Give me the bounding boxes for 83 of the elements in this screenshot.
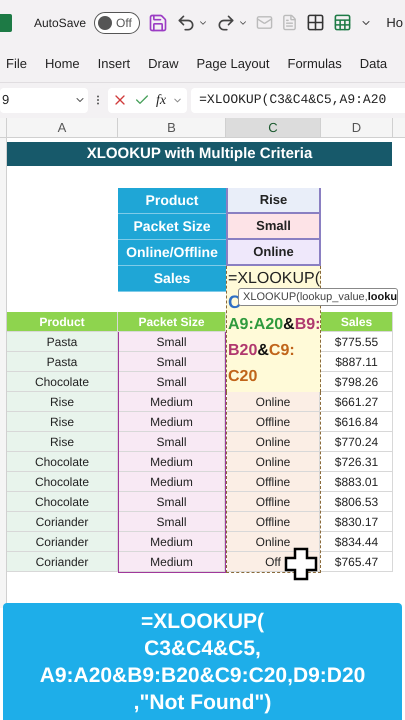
table-cell: Small bbox=[119, 432, 225, 452]
table-cell: Medium bbox=[119, 392, 225, 412]
table-cell: $830.17 bbox=[321, 512, 393, 532]
ribbon-tab[interactable]: Data bbox=[354, 48, 394, 78]
ribbon-tab[interactable]: Home bbox=[38, 48, 86, 78]
criteria-label: Online/Offline bbox=[118, 240, 226, 266]
undo-icon[interactable] bbox=[176, 12, 196, 32]
table-cell: Online bbox=[227, 392, 320, 412]
criteria-label: Sales bbox=[118, 266, 226, 292]
table-cell: Online bbox=[227, 532, 320, 552]
table-cell: Pasta bbox=[7, 332, 118, 352]
table-cell: Online bbox=[227, 432, 320, 452]
criteria-value: Rise bbox=[226, 188, 321, 214]
column-header[interactable]: D bbox=[321, 118, 393, 137]
caption-line: C3&C4&C5, bbox=[144, 636, 261, 662]
caption-line: A9:A20&B9:B20&C9:C20,D9:D20 bbox=[40, 662, 366, 688]
function-icon[interactable]: fx bbox=[156, 90, 166, 110]
ribbon-tab[interactable]: Page Layout bbox=[190, 48, 276, 78]
title-banner: XLOOKUP with Multiple Criteria bbox=[7, 142, 392, 166]
function-tooltip: XLOOKUP(lookup_value,looku bbox=[238, 288, 398, 306]
table-cell: Online bbox=[227, 452, 320, 472]
table-cell: $661.27 bbox=[321, 392, 393, 412]
table-cell: Chocolate bbox=[7, 472, 118, 492]
table-cell: Chocolate bbox=[7, 372, 118, 392]
autosave-toggle[interactable]: Off bbox=[94, 12, 140, 34]
header-cell: Sales bbox=[321, 312, 393, 332]
table-cell: $883.01 bbox=[321, 472, 393, 492]
table-cell: Offline bbox=[227, 492, 320, 512]
criteria-value: Small bbox=[226, 214, 321, 240]
name-box[interactable]: 9 bbox=[0, 88, 88, 112]
table-cell: $775.55 bbox=[321, 332, 393, 352]
header-cell: Packet Size bbox=[118, 312, 226, 332]
table-cell: Medium bbox=[119, 472, 225, 492]
table-cell: Offline bbox=[227, 412, 320, 432]
table-cell: Small bbox=[119, 332, 225, 352]
table-cell: Small bbox=[119, 492, 225, 512]
criteria-label: Product bbox=[118, 188, 226, 214]
column-header[interactable]: C bbox=[226, 118, 321, 137]
table-cell: Small bbox=[119, 372, 225, 392]
criteria-label: Packet Size bbox=[118, 214, 226, 240]
table-cell: Pasta bbox=[7, 352, 118, 372]
table-cell: $887.11 bbox=[321, 352, 393, 372]
ribbon-tab[interactable]: File bbox=[0, 48, 33, 78]
table-cell: Chocolate bbox=[7, 492, 118, 512]
column-header[interactable]: A bbox=[7, 118, 118, 137]
table-cell: Rise bbox=[7, 392, 118, 412]
table-cell: Offline bbox=[227, 472, 320, 492]
table-cell: Offline bbox=[227, 512, 320, 532]
table-cell: Rise bbox=[7, 432, 118, 452]
formula-field[interactable]: =XLOOKUP(C3&C4&C5,A9:A20 bbox=[191, 88, 405, 112]
table-cell: $770.24 bbox=[321, 432, 393, 452]
table-cell: $806.53 bbox=[321, 492, 393, 512]
redo-icon[interactable] bbox=[216, 12, 236, 32]
ribbon-tab[interactable]: Ho bbox=[386, 12, 405, 32]
table-cell: Coriander bbox=[7, 512, 118, 532]
sheet-icon[interactable] bbox=[332, 13, 352, 32]
table-cell: Coriander bbox=[7, 552, 118, 572]
table-cell: Medium bbox=[119, 452, 225, 472]
caption-line: =XLOOKUP( bbox=[140, 608, 264, 634]
table-cell: Small bbox=[119, 512, 225, 532]
table-cell: $798.26 bbox=[321, 372, 393, 392]
grid-icon[interactable] bbox=[306, 13, 325, 32]
table-cell: Medium bbox=[119, 552, 225, 572]
table-cell: Coriander bbox=[7, 532, 118, 552]
ribbon-tab[interactable]: Insert bbox=[92, 48, 136, 78]
table-cell: Small bbox=[119, 352, 225, 372]
table-cell: Chocolate bbox=[7, 452, 118, 472]
table-cell: $765.47 bbox=[321, 552, 393, 572]
caption-line: ,"Not Found") bbox=[134, 690, 272, 716]
ribbon-tab[interactable]: Draw bbox=[142, 48, 184, 78]
table-cell: Medium bbox=[119, 532, 225, 552]
table-cell: $726.31 bbox=[321, 452, 393, 472]
criteria-value: Online bbox=[226, 240, 321, 266]
ribbon-tab[interactable]: Formulas bbox=[282, 48, 348, 78]
save-icon[interactable] bbox=[148, 12, 168, 32]
header-cell: Product bbox=[7, 312, 118, 332]
table-cell: $616.84 bbox=[321, 412, 393, 432]
table-cell: $834.44 bbox=[321, 532, 393, 552]
table-cell: Medium bbox=[119, 412, 225, 432]
cursor-icon bbox=[284, 547, 318, 581]
app-logo-icon bbox=[0, 14, 12, 32]
table-cell: Rise bbox=[7, 412, 118, 432]
autosave-label: AutoSave bbox=[34, 14, 86, 32]
